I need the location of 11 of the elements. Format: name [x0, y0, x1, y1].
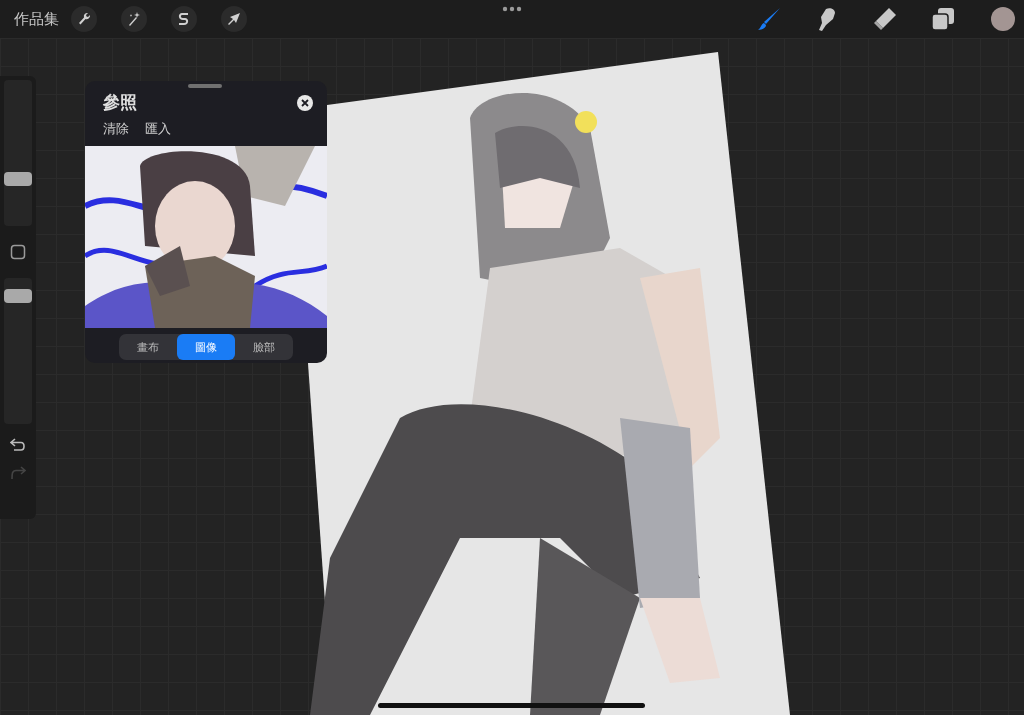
- gallery-link[interactable]: 作品集: [14, 9, 59, 29]
- toolbar-round-button[interactable]: [121, 6, 147, 32]
- layers-icon[interactable]: [929, 5, 957, 33]
- brush-icon[interactable]: [755, 5, 783, 33]
- arrow-cursor-icon: [226, 11, 242, 27]
- toolbar-round-button[interactable]: [171, 6, 197, 32]
- toolbar-round-button[interactable]: [221, 6, 247, 32]
- color-swatch[interactable]: [991, 7, 1015, 31]
- more-icon[interactable]: [502, 6, 522, 12]
- toolbar-round-button[interactable]: [71, 6, 97, 32]
- wrench-icon: [76, 11, 92, 27]
